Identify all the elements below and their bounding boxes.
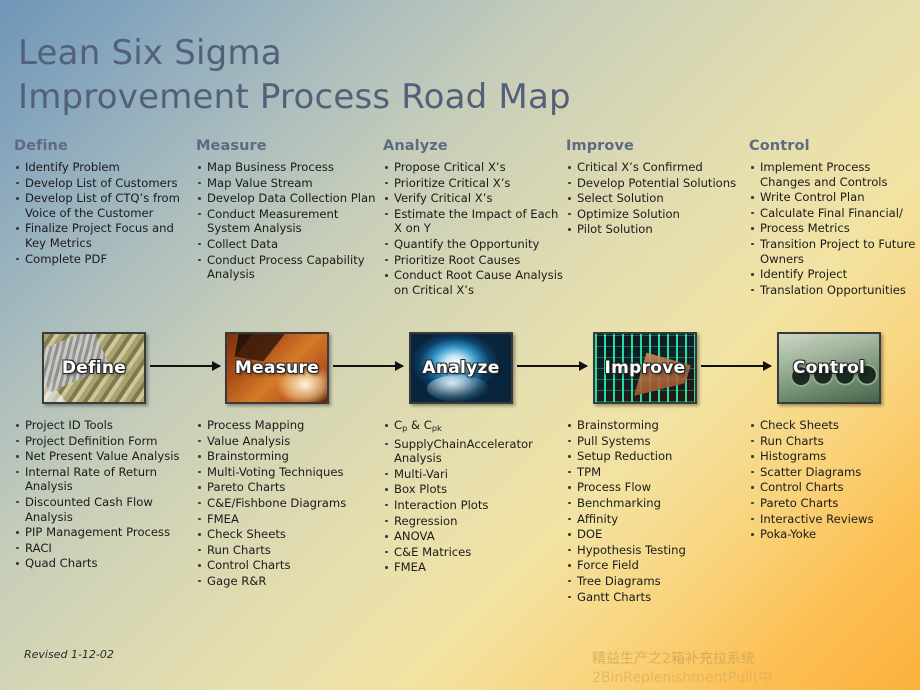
slide-canvas: Lean Six Sigma Improvement Process Road … [0, 0, 920, 690]
phase-box-measure[interactable]: Measure [225, 332, 329, 404]
revision-date: Revised 1-12-02 [24, 648, 114, 661]
process-flow-band: Define Measure Analyze Improve Control [0, 0, 920, 690]
phase-box-label-measure: Measure [234, 358, 320, 378]
phase-box-define[interactable]: Define [42, 332, 146, 404]
flow-arrow-3 [517, 361, 588, 371]
phase-box-label-define: Define [61, 358, 127, 378]
flow-arrow-2 [333, 361, 404, 371]
phase-box-label-improve: Improve [604, 358, 686, 378]
phase-box-control[interactable]: Control [777, 332, 881, 404]
flow-arrow-4 [701, 361, 772, 371]
phase-box-label-analyze: Analyze [422, 358, 500, 378]
watermark-line-1: 精益生产之2箱补充拉系统 [592, 651, 755, 667]
flow-arrow-1 [150, 361, 221, 371]
watermark: 精益生产之2箱补充拉系统 2BinReplenishmentPull(中 [592, 650, 912, 688]
phase-box-improve[interactable]: Improve [593, 332, 697, 404]
phase-box-label-control: Control [792, 358, 866, 378]
phase-box-analyze[interactable]: Analyze [409, 332, 513, 404]
watermark-line-2: 2BinReplenishmentPull(中 [592, 670, 773, 686]
